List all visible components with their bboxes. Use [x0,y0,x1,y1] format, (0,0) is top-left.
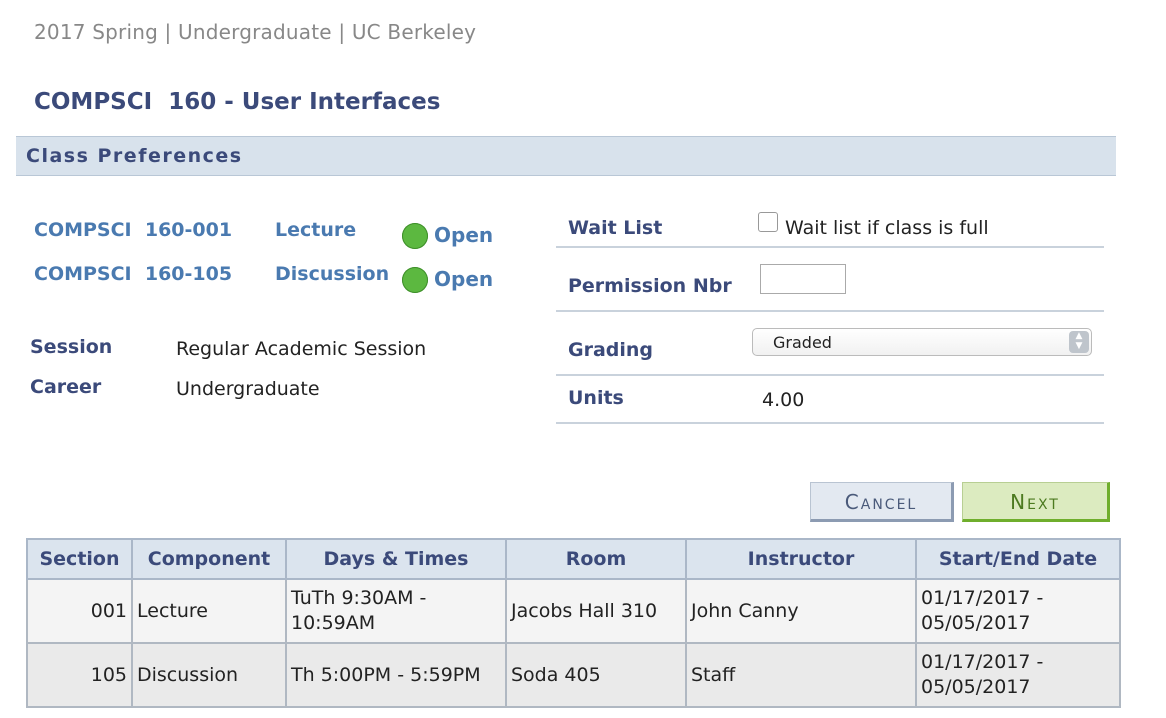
status-open-105: Open [434,267,494,291]
class-component-105: Discussion [275,263,390,285]
cell-component: Lecture [131,578,287,644]
next-button[interactable]: Next [962,482,1110,522]
waitlist-checkbox-text: Wait list if class is full [785,217,989,239]
class-sections-table: Section Component Days & Times Room Inst… [26,538,1121,708]
breadcrumb: 2017 Spring | Undergraduate | UC Berkele… [34,20,477,44]
cell-dates: 01/17/2017 - 05/05/2017 [915,642,1121,708]
table-row: 001 Lecture TuTh 9:30AM - 10:59AM Jacobs… [26,578,1121,644]
grading-selected-value: Graded [773,333,832,352]
units-value: 4.00 [762,389,805,411]
col-header-instructor: Instructor [685,538,917,580]
waitlist-checkbox[interactable] [758,212,778,232]
class-link-105[interactable]: COMPSCI 160-105 [34,263,232,285]
table-row: 105 Discussion Th 5:00PM - 5:59PM Soda 4… [26,642,1121,708]
page-title: COMPSCI 160 - User Interfaces [34,89,441,115]
divider [556,374,1104,376]
open-status-icon [402,267,428,293]
cell-room: Soda 405 [505,642,687,708]
divider [556,246,1104,248]
career-label: Career [30,376,102,398]
session-label: Session [30,336,113,358]
col-header-room: Room [505,538,687,580]
permission-number-input[interactable] [760,264,846,294]
cell-component: Discussion [131,642,287,708]
class-component-001: Lecture [275,219,357,241]
units-label: Units [568,387,624,409]
cell-instructor: Staff [685,642,917,708]
grading-select[interactable]: Graded ▲ ▼ [752,328,1092,356]
col-header-section: Section [26,538,133,580]
cancel-button[interactable]: Cancel [810,482,954,522]
col-header-dates: Start/End Date [915,538,1121,580]
cell-room: Jacobs Hall 310 [505,578,687,644]
class-preferences-header: Class Preferences [16,136,1116,176]
open-status-icon [402,223,428,249]
divider [556,422,1104,424]
permission-label: Permission Nbr [568,275,732,297]
table-header-row: Section Component Days & Times Room Inst… [26,538,1121,580]
class-link-001[interactable]: COMPSCI 160-001 [34,219,232,241]
cell-section: 001 [26,578,133,644]
career-value: Undergraduate [176,378,320,400]
grading-label: Grading [568,339,654,361]
cell-instructor: John Canny [685,578,917,644]
session-value: Regular Academic Session [176,338,427,360]
col-header-component: Component [131,538,287,580]
divider [556,310,1104,312]
cell-days-times: TuTh 9:30AM - 10:59AM [285,578,507,644]
col-header-days-times: Days & Times [285,538,507,580]
status-open-001: Open [434,223,494,247]
cell-dates: 01/17/2017 - 05/05/2017 [915,578,1121,644]
waitlist-label: Wait List [568,217,663,239]
cell-section: 105 [26,642,133,708]
section-header-label: Class Preferences [26,145,243,167]
cell-days-times: Th 5:00PM - 5:59PM [285,642,507,708]
up-down-chevron-icon: ▲ ▼ [1069,331,1089,353]
